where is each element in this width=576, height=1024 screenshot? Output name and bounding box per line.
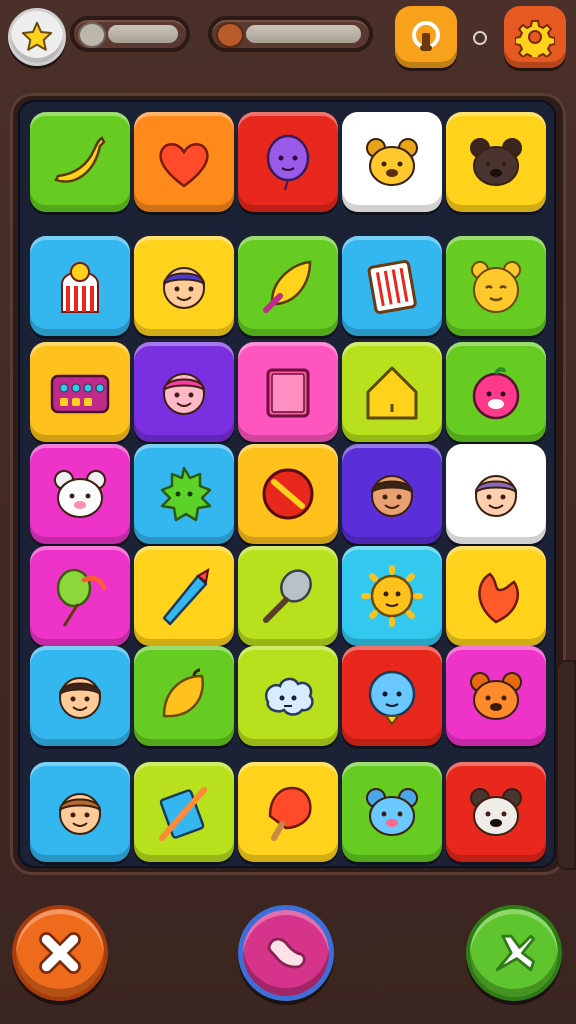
tile-r4-c4[interactable]: [342, 444, 442, 544]
tile-r3-c1[interactable]: [30, 342, 130, 442]
fox-icon: [470, 672, 522, 720]
leaf-heart-icon: [478, 572, 519, 624]
balloon-face-icon: [266, 134, 310, 191]
cloud-creature-icon: [264, 677, 314, 716]
tile-r4-c3[interactable]: [238, 444, 338, 544]
pink-book-icon: [266, 368, 310, 418]
girl-icon: [474, 475, 518, 517]
chef-icon: [61, 262, 99, 313]
dark-cat-icon: [470, 138, 522, 186]
tile-r6-c5[interactable]: [446, 646, 546, 746]
blue-face-icon: [368, 670, 416, 726]
tile-r7-c3[interactable]: [238, 762, 338, 862]
close-icon: [39, 932, 81, 974]
tile-r6-c4[interactable]: [342, 646, 442, 746]
heart-icon: [159, 143, 209, 188]
pencil-book-icon: [159, 787, 207, 841]
tile-r2-c4[interactable]: [342, 236, 442, 336]
boy-cap-icon: [162, 267, 206, 309]
seed-icon: [216, 22, 244, 48]
tile-r6-c1[interactable]: [30, 646, 130, 746]
tile-r3-c2[interactable]: [134, 342, 234, 442]
top-bar: [0, 0, 576, 80]
sun-face-icon: [361, 565, 423, 627]
progress-bar-1: [70, 16, 190, 52]
ball-icon: [262, 468, 314, 520]
tile-r2-c3[interactable]: [238, 236, 338, 336]
progress-bar-2: [208, 16, 373, 52]
close-button[interactable]: [12, 905, 108, 1001]
boy-face-icon: [58, 677, 102, 719]
capsule-icon: [78, 22, 106, 48]
tile-r1-c5[interactable]: [446, 112, 546, 212]
tile-r7-c4[interactable]: [342, 762, 442, 862]
lion-cub-icon: [366, 138, 418, 186]
bear-icon: [471, 261, 521, 313]
crayon-icon: [162, 568, 210, 626]
tile-r3-c4[interactable]: [342, 342, 442, 442]
music-icon: [412, 21, 440, 51]
pink-boy-icon: [162, 373, 206, 415]
house-icon: [366, 366, 418, 420]
tile-r5-c2[interactable]: [134, 546, 234, 646]
star-icon: [21, 21, 53, 51]
tile-r7-c5[interactable]: [446, 762, 546, 862]
curly-boy-icon: [58, 793, 102, 835]
tile-r6-c3[interactable]: [238, 646, 338, 746]
tile-r2-c2[interactable]: [134, 236, 234, 336]
blue-cat-icon: [366, 788, 418, 836]
tile-r2-c1[interactable]: [30, 236, 130, 336]
raccoon-icon: [470, 788, 522, 836]
gear-icon: [515, 20, 555, 57]
dark-boy-icon: [370, 475, 414, 517]
bean-button[interactable]: [238, 905, 334, 1001]
tile-r2-c5[interactable]: [446, 236, 546, 336]
tile-r1-c2[interactable]: [134, 112, 234, 212]
tile-r1-c3[interactable]: [238, 112, 338, 212]
indicator-dot: [473, 31, 487, 45]
tile-r7-c2[interactable]: [134, 762, 234, 862]
whisk-icon: [263, 569, 312, 623]
green-splat-icon: [160, 466, 212, 522]
tile-r6-c2[interactable]: [134, 646, 234, 746]
music-button[interactable]: [395, 6, 457, 68]
tile-r7-c1[interactable]: [30, 762, 130, 862]
white-cat-icon: [54, 470, 106, 518]
tile-r1-c1[interactable]: [30, 112, 130, 212]
game-board: [18, 100, 556, 868]
tile-r4-c1[interactable]: [30, 444, 130, 544]
leaf-icon: [263, 260, 312, 313]
progress-track-2: [246, 25, 361, 43]
tile-r5-c4[interactable]: [342, 546, 442, 646]
tile-r3-c3[interactable]: [238, 342, 338, 442]
tile-r1-c4[interactable]: [342, 112, 442, 212]
popsicle-icon: [268, 786, 312, 841]
pink-monster-icon: [472, 367, 520, 420]
plane-icon: [495, 934, 535, 972]
mango-icon: [162, 668, 204, 718]
abacus-icon: [367, 259, 417, 314]
tile-r3-c5[interactable]: [446, 342, 546, 442]
progress-track-1: [108, 25, 178, 43]
plane-button[interactable]: [466, 905, 562, 1001]
tile-r5-c5[interactable]: [446, 546, 546, 646]
tile-r5-c1[interactable]: [30, 546, 130, 646]
tile-r4-c5[interactable]: [446, 444, 546, 544]
star-button[interactable]: [8, 8, 66, 66]
side-handle[interactable]: [556, 660, 576, 870]
bean-icon: [267, 937, 306, 969]
tile-r5-c3[interactable]: [238, 546, 338, 646]
green-balloon-icon: [56, 568, 107, 627]
banana-icon: [54, 136, 106, 183]
keyboard-toy-icon: [50, 374, 110, 414]
tile-r4-c2[interactable]: [134, 444, 234, 544]
settings-button[interactable]: [504, 6, 566, 68]
